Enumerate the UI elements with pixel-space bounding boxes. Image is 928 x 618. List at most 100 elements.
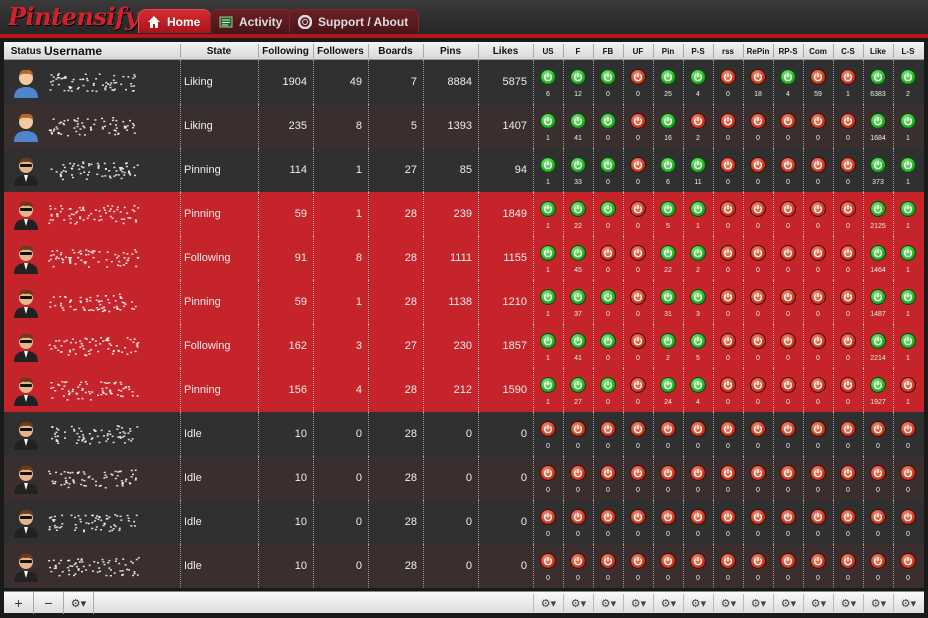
toggle-l-s-power-icon[interactable] xyxy=(900,465,916,481)
col-toggle-f[interactable]: F xyxy=(563,42,593,60)
toggle-c-s-power-icon[interactable] xyxy=(840,465,856,481)
toggle-l-s-power-icon[interactable] xyxy=(900,69,916,85)
toggle-rp-s-power-icon[interactable] xyxy=(780,553,796,569)
toggle-repin-power-icon[interactable] xyxy=(750,289,766,305)
toggle-c-s-power-icon[interactable] xyxy=(840,113,856,129)
toggle-c-s-power-icon[interactable] xyxy=(840,421,856,437)
table-row[interactable]: Idle 10 0 28 0 0 0 0 0 0 0 0 0 0 0 0 0 0 0 xyxy=(4,544,924,588)
toggle-c-s-power-icon[interactable] xyxy=(840,509,856,525)
toggle-p-s-power-icon[interactable] xyxy=(690,289,706,305)
toggle-repin-power-icon[interactable] xyxy=(750,553,766,569)
toggle-p-s-power-icon[interactable] xyxy=(690,553,706,569)
toggle-uf-power-icon[interactable] xyxy=(630,465,646,481)
toggle-repin-power-icon[interactable] xyxy=(750,465,766,481)
toggle-repin-power-icon[interactable] xyxy=(750,113,766,129)
toggle-repin-power-icon[interactable] xyxy=(750,509,766,525)
table-row[interactable]: Liking 235 8 5 1393 1407 1 41 0 0 16 2 0 0 0 0 0 1684 1 xyxy=(4,104,924,148)
table-row[interactable]: Pinning 59 1 28 239 1849 1 22 0 0 5 1 0 0 0 0 0 2125 1 xyxy=(4,192,924,236)
toggle-fb-power-icon[interactable] xyxy=(600,245,616,261)
col-toggle-repin[interactable]: RePin xyxy=(743,42,773,60)
toggle-com-power-icon[interactable] xyxy=(810,69,826,85)
toggle-l-s-power-icon[interactable] xyxy=(900,421,916,437)
toggle-l-s-power-icon[interactable] xyxy=(900,113,916,129)
col-toggle-com[interactable]: Com xyxy=(803,42,833,60)
toggle-fb-power-icon[interactable] xyxy=(600,69,616,85)
toggle-com-power-icon[interactable] xyxy=(810,421,826,437)
col-username[interactable]: Username xyxy=(44,42,114,60)
col-toggle-pin[interactable]: Pin xyxy=(653,42,683,60)
toggle-pin-gear-button[interactable]: ⚙▾ xyxy=(653,594,683,612)
toggle-like-power-icon[interactable] xyxy=(870,245,886,261)
toggle-like-power-icon[interactable] xyxy=(870,377,886,393)
toggle-com-power-icon[interactable] xyxy=(810,377,826,393)
toggle-rss-power-icon[interactable] xyxy=(720,157,736,173)
col-toggle-us[interactable]: US xyxy=(533,42,563,60)
toggle-repin-power-icon[interactable] xyxy=(750,69,766,85)
toggle-com-power-icon[interactable] xyxy=(810,289,826,305)
toggle-like-power-icon[interactable] xyxy=(870,465,886,481)
toggle-p-s-power-icon[interactable] xyxy=(690,69,706,85)
table-row[interactable]: Liking 1904 49 7 8884 5875 6 12 0 0 25 4 0 18 4 59 1 6383… xyxy=(4,60,924,104)
toggle-com-power-icon[interactable] xyxy=(810,201,826,217)
toggle-us-gear-button[interactable]: ⚙▾ xyxy=(533,594,563,612)
toggle-like-power-icon[interactable] xyxy=(870,333,886,349)
col-followers[interactable]: Followers xyxy=(313,42,368,60)
toggle-l-s-power-icon[interactable] xyxy=(900,553,916,569)
toggle-rss-power-icon[interactable] xyxy=(720,377,736,393)
toggle-com-power-icon[interactable] xyxy=(810,113,826,129)
toggle-p-s-power-icon[interactable] xyxy=(690,113,706,129)
toggle-com-power-icon[interactable] xyxy=(810,509,826,525)
toggle-pin-power-icon[interactable] xyxy=(660,553,676,569)
toggle-rp-s-power-icon[interactable] xyxy=(780,201,796,217)
toggle-pin-power-icon[interactable] xyxy=(660,333,676,349)
table-row[interactable]: Idle 10 0 28 0 0 0 0 0 0 0 0 0 0 0 0 0 0 0 xyxy=(4,500,924,544)
toggle-rss-power-icon[interactable] xyxy=(720,201,736,217)
toggle-uf-power-icon[interactable] xyxy=(630,201,646,217)
toggle-com-power-icon[interactable] xyxy=(810,465,826,481)
toggle-uf-power-icon[interactable] xyxy=(630,333,646,349)
toggle-rp-s-power-icon[interactable] xyxy=(780,377,796,393)
toggle-fb-gear-button[interactable]: ⚙▾ xyxy=(593,594,623,612)
toggle-uf-power-icon[interactable] xyxy=(630,421,646,437)
toggle-uf-power-icon[interactable] xyxy=(630,157,646,173)
toggle-rss-power-icon[interactable] xyxy=(720,465,736,481)
toggle-fb-power-icon[interactable] xyxy=(600,421,616,437)
toggle-pin-power-icon[interactable] xyxy=(660,465,676,481)
toggle-pin-power-icon[interactable] xyxy=(660,201,676,217)
toggle-l-s-power-icon[interactable] xyxy=(900,333,916,349)
toggle-rss-gear-button[interactable]: ⚙▾ xyxy=(713,594,743,612)
toggle-p-s-gear-button[interactable]: ⚙▾ xyxy=(683,594,713,612)
toggle-rp-s-power-icon[interactable] xyxy=(780,333,796,349)
toggle-p-s-power-icon[interactable] xyxy=(690,465,706,481)
toggle-us-power-icon[interactable] xyxy=(540,465,556,481)
toggle-l-s-power-icon[interactable] xyxy=(900,245,916,261)
toggle-fb-power-icon[interactable] xyxy=(600,553,616,569)
toggle-f-power-icon[interactable] xyxy=(570,377,586,393)
toggle-c-s-power-icon[interactable] xyxy=(840,69,856,85)
toggle-rss-power-icon[interactable] xyxy=(720,289,736,305)
tab-home[interactable]: Home xyxy=(138,9,212,33)
toggle-f-power-icon[interactable] xyxy=(570,509,586,525)
toggle-repin-power-icon[interactable] xyxy=(750,245,766,261)
toggle-p-s-power-icon[interactable] xyxy=(690,421,706,437)
tab-support[interactable]: Support / About xyxy=(289,9,420,33)
toggle-pin-power-icon[interactable] xyxy=(660,157,676,173)
toggle-f-power-icon[interactable] xyxy=(570,289,586,305)
toggle-com-gear-button[interactable]: ⚙▾ xyxy=(803,594,833,612)
toggle-rp-s-power-icon[interactable] xyxy=(780,509,796,525)
toggle-f-power-icon[interactable] xyxy=(570,245,586,261)
toggle-pin-power-icon[interactable] xyxy=(660,377,676,393)
toggle-rp-s-power-icon[interactable] xyxy=(780,289,796,305)
toggle-fb-power-icon[interactable] xyxy=(600,333,616,349)
toggle-rss-power-icon[interactable] xyxy=(720,509,736,525)
toggle-com-power-icon[interactable] xyxy=(810,157,826,173)
toggle-repin-power-icon[interactable] xyxy=(750,157,766,173)
toggle-p-s-power-icon[interactable] xyxy=(690,157,706,173)
toggle-uf-power-icon[interactable] xyxy=(630,553,646,569)
tab-activity[interactable]: Activity xyxy=(210,9,294,33)
toggle-com-power-icon[interactable] xyxy=(810,333,826,349)
toggle-us-power-icon[interactable] xyxy=(540,553,556,569)
toggle-c-s-power-icon[interactable] xyxy=(840,201,856,217)
toggle-us-power-icon[interactable] xyxy=(540,113,556,129)
toggle-l-s-power-icon[interactable] xyxy=(900,509,916,525)
